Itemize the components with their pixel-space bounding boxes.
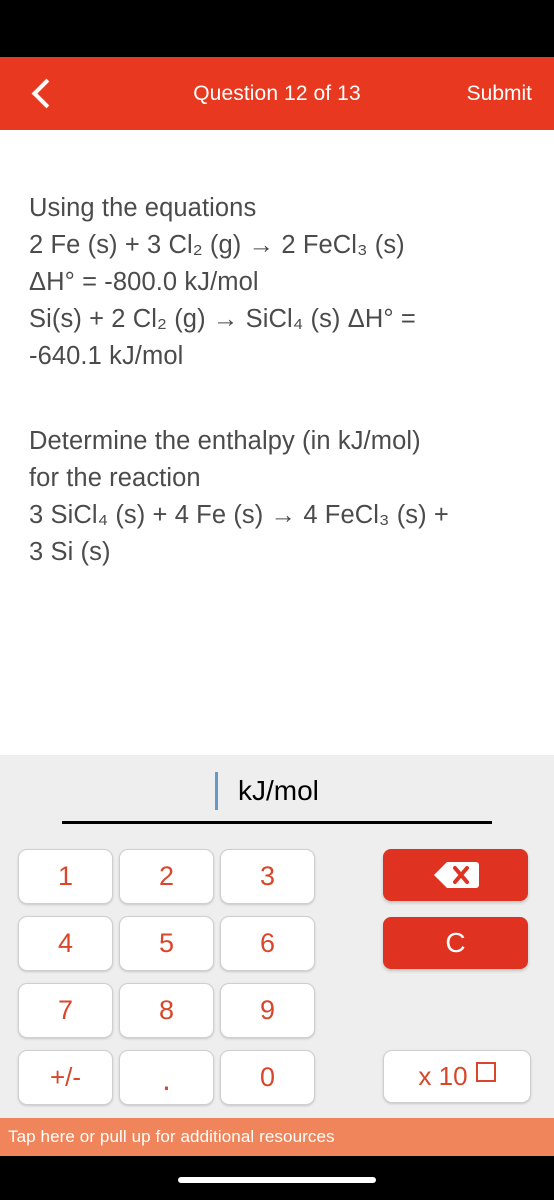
question-block-prompt: Determine the enthalpy (in kJ/mol) for t… <box>29 423 529 571</box>
question-line: Determine the enthalpy (in kJ/mol) <box>29 427 421 455</box>
question-block-given: Using the equations 2 Fe (s) + 3 Cl₂ (g)… <box>29 190 529 375</box>
question-line: 3 SiCl₄ (s) + 4 Fe (s) → 4 FeCl₃ (s) + <box>29 501 449 529</box>
key-6[interactable]: 6 <box>220 916 315 971</box>
scientific-notation-button[interactable]: x 10 <box>383 1050 531 1103</box>
key-7[interactable]: 7 <box>18 983 113 1038</box>
home-indicator[interactable] <box>178 1177 376 1183</box>
key-decimal[interactable]: . <box>119 1050 214 1105</box>
key-label: 6 <box>259 928 276 958</box>
question-line: Using the equations <box>29 194 257 222</box>
key-label: 1 <box>57 861 74 891</box>
key-plus-minus[interactable]: +/- <box>18 1050 113 1105</box>
submit-button[interactable]: Submit <box>459 57 540 130</box>
key-label: 9 <box>259 995 276 1025</box>
key-label: 2 <box>158 861 175 891</box>
key-9[interactable]: 9 <box>220 983 315 1038</box>
key-label: 5 <box>158 928 175 958</box>
status-bar <box>0 0 554 57</box>
home-bar-area <box>0 1156 554 1200</box>
backspace-button[interactable] <box>383 849 528 901</box>
question-area: Using the equations 2 Fe (s) + 3 Cl₂ (g)… <box>0 130 554 755</box>
key-label: . <box>162 1061 171 1097</box>
answer-underline <box>62 821 492 824</box>
clear-button[interactable]: C <box>383 917 528 969</box>
key-8[interactable]: 8 <box>119 983 214 1038</box>
phone-screen: Question 12 of 13 Submit Using the equat… <box>0 0 554 1200</box>
question-line: 2 Fe (s) + 3 Cl₂ (g) → 2 FeCl₃ (s) <box>29 231 405 259</box>
clear-button-label: C <box>445 927 466 958</box>
question-line: ΔH° = -800.0 kJ/mol <box>29 268 259 296</box>
exponent-placeholder-box <box>475 1061 496 1082</box>
scientific-notation-label: x 10 <box>418 1061 468 1091</box>
key-1[interactable]: 1 <box>18 849 113 904</box>
answer-input-row[interactable]: kJ/mol <box>0 755 554 825</box>
key-label: 3 <box>259 861 276 891</box>
additional-resources-bar[interactable]: Tap here or pull up for additional resou… <box>0 1118 554 1156</box>
backspace-icon <box>433 862 479 888</box>
question-line: 3 Si (s) <box>29 538 111 566</box>
back-button[interactable] <box>8 57 78 130</box>
key-5[interactable]: 5 <box>119 916 214 971</box>
additional-resources-label: Tap here or pull up for additional resou… <box>8 1127 335 1146</box>
key-label: 0 <box>259 1062 276 1092</box>
key-label: 8 <box>158 995 175 1025</box>
question-line: Si(s) + 2 Cl₂ (g) → SiCl₄ (s) ΔH° = <box>29 305 416 333</box>
question-line: for the reaction <box>29 464 201 492</box>
key-2[interactable]: 2 <box>119 849 214 904</box>
key-0[interactable]: 0 <box>220 1050 315 1105</box>
text-caret <box>215 772 218 810</box>
answer-unit-label: kJ/mol <box>238 775 319 806</box>
key-label: 4 <box>57 928 74 958</box>
key-label: +/- <box>49 1062 82 1092</box>
app-header: Question 12 of 13 Submit <box>0 57 554 130</box>
key-label: 7 <box>57 995 74 1025</box>
key-3[interactable]: 3 <box>220 849 315 904</box>
chevron-left-icon <box>31 78 61 109</box>
question-line: -640.1 kJ/mol <box>29 342 184 370</box>
key-4[interactable]: 4 <box>18 916 113 971</box>
